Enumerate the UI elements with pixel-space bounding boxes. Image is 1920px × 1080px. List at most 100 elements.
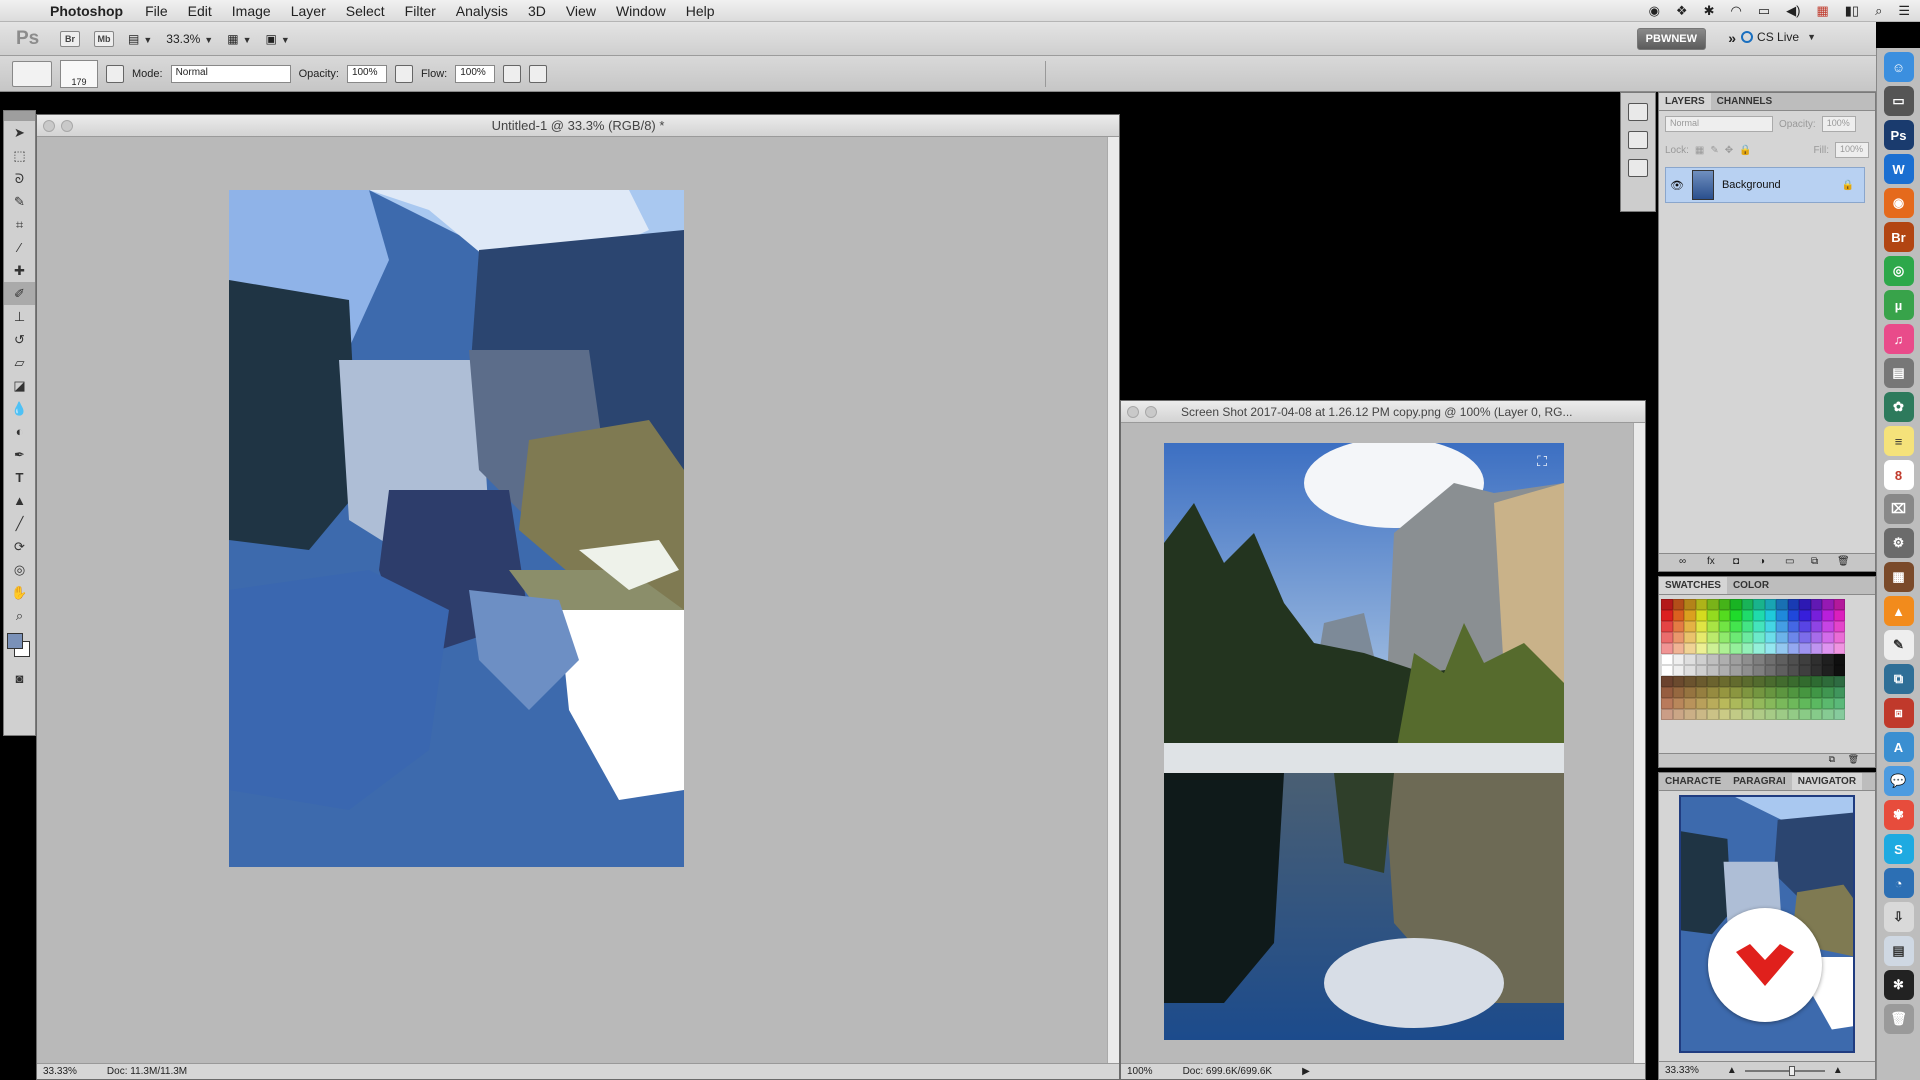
history-brush-tool-icon[interactable]: ↺ [4, 328, 35, 351]
color-swatch[interactable] [1822, 654, 1834, 665]
color-swatch[interactable] [1741, 654, 1753, 665]
line-tool-icon[interactable]: ╱ [4, 512, 35, 535]
color-swatch[interactable] [1753, 687, 1765, 698]
color-swatch[interactable] [1741, 599, 1753, 610]
color-swatch[interactable] [1753, 599, 1765, 610]
layer-row-background[interactable]: 👁 Background 🔒 [1665, 167, 1865, 203]
color-swatch[interactable] [1707, 610, 1719, 621]
menu-window[interactable]: Window [606, 3, 676, 19]
color-swatch[interactable] [1741, 709, 1753, 720]
color-swatch[interactable] [1799, 698, 1811, 709]
color-swatch[interactable] [1707, 687, 1719, 698]
tab-paragraph[interactable]: PARAGRAI [1727, 773, 1792, 790]
color-swatch[interactable] [1672, 698, 1684, 709]
color-swatch[interactable] [1799, 621, 1811, 632]
close-window-icon[interactable] [1127, 406, 1139, 418]
color-swatch[interactable] [1764, 709, 1776, 720]
quick-mask-icon[interactable]: ◙ [4, 667, 35, 690]
vertical-scrollbar[interactable] [1633, 423, 1645, 1063]
color-swatch[interactable] [1753, 654, 1765, 665]
swatch-grid[interactable] [1661, 599, 1849, 720]
new-group-icon[interactable]: ▭ [1785, 556, 1794, 567]
color-swatch[interactable] [1833, 709, 1845, 720]
color-swatch[interactable] [1661, 665, 1673, 676]
color-swatch[interactable] [1787, 654, 1799, 665]
color-swatch[interactable] [1787, 632, 1799, 643]
color-swatch[interactable] [1730, 665, 1742, 676]
color-swatch[interactable] [1764, 632, 1776, 643]
view-extras-button[interactable]: ▤ ▼ [128, 32, 152, 46]
color-swatch[interactable] [1822, 643, 1834, 654]
workspace-switcher[interactable]: PBWNEW [1636, 28, 1706, 50]
color-swatch[interactable] [1833, 676, 1845, 687]
color-swatch[interactable] [1799, 632, 1811, 643]
3d-orbit-tool-icon[interactable]: ◎ [4, 558, 35, 581]
color-swatch[interactable] [1730, 610, 1742, 621]
zoom-slider[interactable] [1744, 1065, 1825, 1076]
tab-swatches[interactable]: SWATCHES [1659, 577, 1727, 594]
color-swatch[interactable] [1810, 709, 1822, 720]
color-swatch[interactable] [1661, 610, 1673, 621]
type-tool-icon[interactable]: T [4, 466, 35, 489]
cs-live-button[interactable]: CS Live ▼ [1741, 30, 1816, 44]
photoshop-dock-icon[interactable]: Ps [1883, 120, 1914, 150]
lock-all-icon[interactable]: 🔒 [1739, 145, 1751, 156]
airbrush-icon[interactable] [503, 64, 522, 83]
color-swatch[interactable] [1822, 687, 1834, 698]
color-swatch[interactable] [1753, 632, 1765, 643]
color-swatch[interactable] [1695, 654, 1707, 665]
color-swatch[interactable] [1764, 654, 1776, 665]
color-swatch[interactable] [1684, 709, 1696, 720]
color-swatch[interactable] [1764, 665, 1776, 676]
color-swatch[interactable] [1672, 665, 1684, 676]
delete-swatch-icon[interactable]: 🗑 [1848, 754, 1859, 765]
textedit-icon[interactable]: ✎ [1883, 630, 1914, 660]
color-swatch[interactable] [1730, 599, 1742, 610]
skype-icon[interactable]: S [1883, 834, 1914, 864]
color-swatch[interactable] [1833, 643, 1845, 654]
color-swatch[interactable] [1718, 709, 1730, 720]
zoom-out-icon[interactable]: ▲ [1727, 1065, 1737, 1076]
color-swatch[interactable] [1672, 599, 1684, 610]
color-swatch[interactable] [1799, 709, 1811, 720]
document-title-bar[interactable]: Screen Shot 2017-04-08 at 1.26.12 PM cop… [1121, 401, 1645, 423]
color-swatch[interactable] [1764, 676, 1776, 687]
color-swatch[interactable] [1707, 676, 1719, 687]
color-swatch[interactable] [1833, 599, 1845, 610]
brush-preset-picker[interactable]: 179 [60, 59, 98, 88]
color-swatch[interactable] [1684, 676, 1696, 687]
more-workspaces-icon[interactable]: » [1728, 30, 1736, 46]
color-swatch[interactable] [1741, 621, 1753, 632]
color-swatch[interactable] [1718, 676, 1730, 687]
calendar-dock-icon[interactable]: 8 [1883, 460, 1914, 490]
color-swatch[interactable] [1684, 610, 1696, 621]
color-swatch[interactable] [1741, 643, 1753, 654]
color-swatch[interactable] [1661, 687, 1673, 698]
safari-icon[interactable]: ◔ [1883, 868, 1914, 898]
document-title-bar[interactable]: Untitled-1 @ 33.3% (RGB/8) * [37, 115, 1119, 137]
color-swatch[interactable] [1730, 643, 1742, 654]
color-swatch[interactable] [1822, 621, 1834, 632]
menu-help[interactable]: Help [676, 3, 725, 19]
color-swatch[interactable] [1776, 654, 1788, 665]
color-swatch[interactable] [1776, 698, 1788, 709]
tab-color[interactable]: COLOR [1727, 577, 1775, 594]
menu-analysis[interactable]: Analysis [446, 3, 518, 19]
color-swatch[interactable] [1695, 610, 1707, 621]
battery-icon[interactable]: ▮▯ [1845, 3, 1859, 19]
preview-icon[interactable]: ▤ [1883, 358, 1914, 388]
color-swatch[interactable] [1776, 599, 1788, 610]
color-swatch[interactable] [1730, 654, 1742, 665]
color-swatch[interactable] [1672, 621, 1684, 632]
pressure-opacity-icon[interactable] [394, 64, 413, 83]
lock-transparency-icon[interactable]: ▦ [1695, 145, 1704, 156]
color-swatch[interactable] [1707, 665, 1719, 676]
downloads-icon[interactable]: ⇩ [1883, 902, 1914, 932]
color-swatch[interactable] [1753, 709, 1765, 720]
color-swatch[interactable] [1810, 676, 1822, 687]
zoom-in-icon[interactable]: ▲ [1833, 1065, 1843, 1076]
color-swatch[interactable] [1741, 687, 1753, 698]
bluetooth-icon[interactable]: ✱ [1704, 3, 1715, 19]
color-swatch[interactable] [1695, 599, 1707, 610]
foreground-color-swatch[interactable] [7, 633, 23, 649]
